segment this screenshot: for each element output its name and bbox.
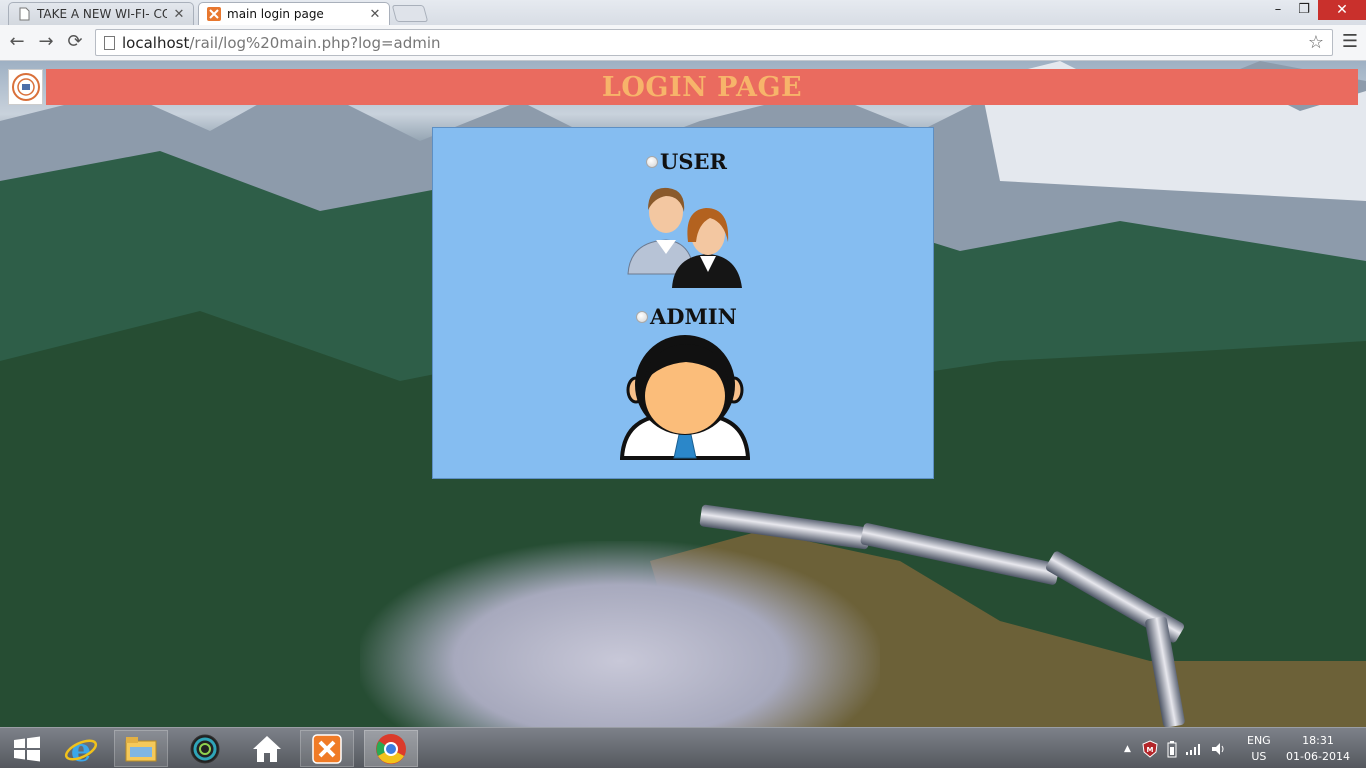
tab-strip: TAKE A NEW WI-FI- CONN ✕ main login page…	[0, 0, 1366, 25]
language-top: ENG	[1247, 733, 1271, 747]
users-avatar-icon[interactable]	[626, 182, 746, 292]
show-hidden-icons-icon[interactable]: ▲	[1124, 744, 1131, 754]
language-bottom: US	[1251, 749, 1267, 763]
close-window-button[interactable]: ✕	[1318, 0, 1366, 20]
user-option[interactable]: USER	[646, 149, 727, 174]
svg-text:M: M	[1146, 746, 1153, 754]
user-radio[interactable]	[646, 155, 658, 168]
admin-option[interactable]: ADMIN	[636, 304, 737, 329]
url-host: localhost	[122, 33, 190, 52]
taskbar: e ▲ M ENG US 18:31 01-06-2014	[0, 727, 1366, 768]
tab-wifi[interactable]: TAKE A NEW WI-FI- CONN ✕	[8, 2, 194, 25]
battery-icon[interactable]	[1167, 740, 1177, 758]
user-label: USER	[660, 149, 727, 174]
taskbar-xampp[interactable]	[300, 730, 354, 767]
taskbar-internet-explorer[interactable]: e	[54, 730, 108, 767]
page-icon	[19, 7, 30, 21]
new-tab-button[interactable]	[391, 5, 429, 22]
taskbar-chrome[interactable]	[364, 730, 418, 767]
xampp-icon	[312, 733, 342, 764]
network-signal-icon[interactable]	[1185, 742, 1203, 756]
antivirus-shield-icon[interactable]: M	[1141, 739, 1159, 758]
chrome-icon	[376, 733, 406, 764]
login-box: USER ADMIN	[432, 127, 934, 479]
bookmark-star-icon[interactable]: ☆	[1308, 32, 1324, 53]
taskbar-home[interactable]	[240, 730, 294, 767]
clock[interactable]: 18:31 01-06-2014	[1286, 728, 1350, 768]
close-tab-icon[interactable]: ✕	[173, 7, 185, 22]
xampp-favicon-icon	[207, 7, 221, 21]
clock-date: 01-06-2014	[1286, 749, 1350, 763]
app-circle-icon	[190, 734, 220, 763]
header-bar: LOGIN PAGE	[46, 69, 1358, 105]
site-logo	[8, 69, 43, 105]
admin-avatar-icon[interactable]	[620, 330, 750, 462]
start-button[interactable]	[0, 730, 54, 767]
volume-icon[interactable]	[1211, 741, 1227, 757]
river	[360, 541, 880, 727]
taskbar-app[interactable]	[178, 730, 232, 767]
language-indicator[interactable]: ENG US	[1247, 728, 1271, 768]
browser-toolbar: ← → ⟳ localhost /rail/log%20main.php?log…	[0, 25, 1366, 61]
windows-start-icon	[14, 736, 40, 761]
minimize-button[interactable]: –	[1264, 0, 1292, 20]
taskbar-file-explorer[interactable]	[114, 730, 168, 767]
back-arrow-icon[interactable]: ←	[6, 31, 28, 53]
svg-text:e: e	[71, 732, 91, 766]
reload-icon[interactable]: ⟳	[64, 31, 86, 53]
forward-arrow-icon[interactable]: →	[35, 31, 57, 53]
tab-main-login[interactable]: main login page ✕	[198, 2, 390, 25]
internet-explorer-icon: e	[64, 732, 98, 766]
admin-label: ADMIN	[650, 304, 737, 329]
page-viewport: LOGIN PAGE USER ADMIN	[0, 61, 1366, 727]
system-tray: ▲ M	[1124, 728, 1227, 768]
page-icon	[104, 35, 115, 50]
maximize-button[interactable]: ❐	[1290, 0, 1318, 20]
page-title: LOGIN PAGE	[601, 71, 803, 103]
file-explorer-icon	[125, 736, 157, 761]
clock-time: 18:31	[1302, 733, 1334, 747]
tab-title: TAKE A NEW WI-FI- CONN	[37, 7, 167, 21]
admin-radio[interactable]	[636, 310, 648, 323]
home-icon	[253, 735, 281, 762]
railway-logo-icon	[11, 73, 40, 101]
menu-icon[interactable]: ☰	[1339, 31, 1361, 53]
close-tab-icon[interactable]: ✕	[369, 7, 381, 22]
address-bar[interactable]: localhost /rail/log%20main.php?log=admin…	[95, 29, 1333, 56]
tab-title: main login page	[227, 7, 324, 21]
url-path: /rail/log%20main.php?log=admin	[189, 33, 441, 52]
